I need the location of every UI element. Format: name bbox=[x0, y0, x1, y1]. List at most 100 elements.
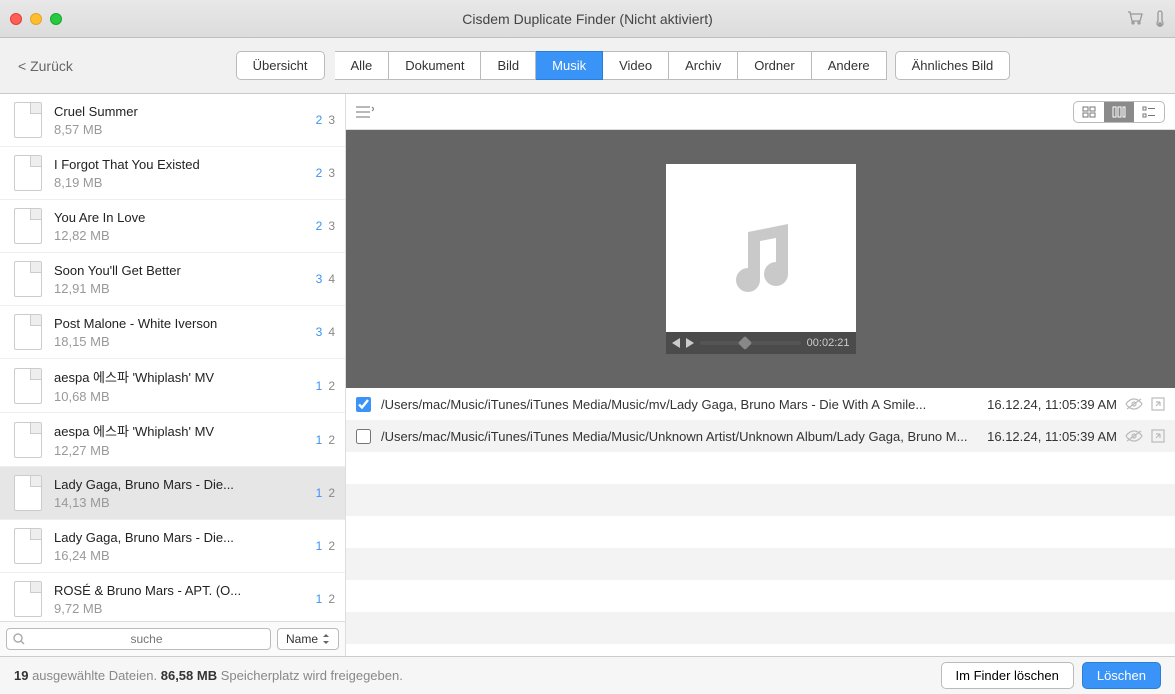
file-icon bbox=[14, 528, 42, 564]
empty-row bbox=[346, 484, 1175, 516]
file-date: 16.12.24, 11:05:39 AM bbox=[987, 429, 1125, 444]
list-settings-icon[interactable] bbox=[356, 105, 374, 119]
tab-image[interactable]: Bild bbox=[481, 51, 536, 80]
file-icon bbox=[14, 422, 42, 458]
total-count: 3 bbox=[328, 166, 335, 180]
empty-row bbox=[346, 612, 1175, 644]
preview-eye-icon[interactable] bbox=[1125, 429, 1143, 443]
dropdown-arrows-icon bbox=[322, 634, 330, 644]
sidebar-footer: Name bbox=[0, 621, 345, 656]
file-checkbox[interactable] bbox=[356, 429, 371, 444]
tab-overview[interactable]: Übersicht bbox=[236, 51, 325, 80]
item-name: Lady Gaga, Bruno Mars - Die... bbox=[54, 477, 299, 492]
item-size: 8,57 MB bbox=[54, 122, 299, 137]
view-grid[interactable] bbox=[1074, 102, 1104, 122]
empty-row bbox=[346, 452, 1175, 484]
tab-similar-image[interactable]: Ähnliches Bild bbox=[895, 51, 1011, 80]
playback-controls[interactable]: 00:02:21 bbox=[666, 332, 856, 354]
item-name: Cruel Summer bbox=[54, 104, 299, 119]
file-icon bbox=[14, 314, 42, 350]
item-name: Soon You'll Get Better bbox=[54, 263, 299, 278]
reveal-icon[interactable] bbox=[1151, 397, 1165, 411]
tab-music[interactable]: Musik bbox=[536, 51, 603, 80]
preview-area: 00:02:21 bbox=[346, 130, 1175, 388]
total-count: 4 bbox=[328, 272, 335, 286]
file-icon bbox=[14, 581, 42, 617]
empty-row bbox=[346, 580, 1175, 612]
list-item[interactable]: Soon You'll Get Better12,91 MB34 bbox=[0, 253, 345, 306]
selected-count: 1 bbox=[316, 433, 323, 447]
titlebar: Cisdem Duplicate Finder (Nicht aktiviert… bbox=[0, 0, 1175, 38]
total-count: 4 bbox=[328, 325, 335, 339]
total-count: 2 bbox=[328, 486, 335, 500]
duplicate-files-list: /Users/mac/Music/iTunes/iTunes Media/Mus… bbox=[346, 388, 1175, 656]
list-item[interactable]: Post Malone - White Iverson18,15 MB34 bbox=[0, 306, 345, 359]
item-size: 12,82 MB bbox=[54, 228, 299, 243]
tab-video[interactable]: Video bbox=[603, 51, 669, 80]
total-count: 2 bbox=[328, 379, 335, 393]
file-checkbox[interactable] bbox=[356, 397, 371, 412]
tab-archive[interactable]: Archiv bbox=[669, 51, 738, 80]
status-bar: 19 ausgewählte Dateien. 86,58 MB Speiche… bbox=[0, 656, 1175, 694]
detail-pane: 00:02:21 /Users/mac/Music/iTunes/iTunes … bbox=[346, 94, 1175, 656]
search-input[interactable] bbox=[6, 628, 271, 650]
empty-row bbox=[346, 516, 1175, 548]
file-row[interactable]: /Users/mac/Music/iTunes/iTunes Media/Mus… bbox=[346, 420, 1175, 452]
file-icon bbox=[14, 155, 42, 191]
delete-button[interactable]: Löschen bbox=[1082, 662, 1161, 689]
file-icon bbox=[14, 261, 42, 297]
item-size: 12,27 MB bbox=[54, 443, 299, 458]
prev-icon[interactable] bbox=[672, 338, 680, 348]
total-count: 2 bbox=[328, 433, 335, 447]
item-name: ROSÉ & Bruno Mars - APT. (O... bbox=[54, 583, 299, 598]
preview-toolbar bbox=[346, 94, 1175, 130]
tab-folder[interactable]: Ordner bbox=[738, 51, 811, 80]
list-item[interactable]: aespa 에스파 'Whiplash' MV 10,68 MB 12 bbox=[0, 359, 345, 413]
seek-bar[interactable] bbox=[700, 341, 801, 345]
tab-document[interactable]: Dokument bbox=[389, 51, 481, 80]
list-item[interactable]: You Are In Love12,82 MB23 bbox=[0, 200, 345, 253]
selected-count: 2 bbox=[316, 166, 323, 180]
item-name: Post Malone - White Iverson bbox=[54, 316, 299, 331]
empty-row bbox=[346, 548, 1175, 580]
music-note-icon bbox=[716, 214, 806, 304]
duplicate-group-list[interactable]: Cruel Summer8,57 MB23I Forgot That You E… bbox=[0, 94, 345, 621]
file-path: /Users/mac/Music/iTunes/iTunes Media/Mus… bbox=[381, 397, 987, 412]
view-columns[interactable] bbox=[1104, 102, 1134, 122]
preview-eye-icon[interactable] bbox=[1125, 397, 1143, 411]
list-item[interactable]: ROSÉ & Bruno Mars - APT. (O...9,72 MB12 bbox=[0, 573, 345, 621]
list-item[interactable]: aespa 에스파 'Whiplash' MV12,27 MB12 bbox=[0, 413, 345, 467]
back-button[interactable]: < Zurück bbox=[18, 58, 73, 74]
reveal-icon[interactable] bbox=[1151, 429, 1165, 443]
file-row[interactable]: /Users/mac/Music/iTunes/iTunes Media/Mus… bbox=[346, 388, 1175, 420]
search-icon bbox=[13, 633, 25, 645]
delete-in-finder-button[interactable]: Im Finder löschen bbox=[941, 662, 1074, 689]
view-list[interactable] bbox=[1134, 102, 1164, 122]
view-mode-toggle bbox=[1073, 101, 1165, 123]
search-field[interactable] bbox=[29, 632, 264, 646]
play-icon[interactable] bbox=[686, 338, 694, 348]
file-path: /Users/mac/Music/iTunes/iTunes Media/Mus… bbox=[381, 429, 987, 444]
list-item[interactable]: Lady Gaga, Bruno Mars - Die...14,13 MB12 bbox=[0, 467, 345, 520]
toolbar: < Zurück Übersicht Alle Dokument Bild Mu… bbox=[0, 38, 1175, 94]
total-count: 2 bbox=[328, 539, 335, 553]
item-size: 8,19 MB bbox=[54, 175, 299, 190]
list-item[interactable]: Lady Gaga, Bruno Mars - Die...16,24 MB12 bbox=[0, 520, 345, 573]
tab-other[interactable]: Andere bbox=[812, 51, 887, 80]
item-size: 18,15 MB bbox=[54, 334, 299, 349]
selected-count: 3 bbox=[316, 272, 323, 286]
item-size: 10,68 MB bbox=[54, 389, 299, 404]
file-icon bbox=[14, 368, 42, 404]
list-item[interactable]: I Forgot That You Existed8,19 MB23 bbox=[0, 147, 345, 200]
item-size: 14,13 MB bbox=[54, 495, 299, 510]
selected-count: 1 bbox=[316, 379, 323, 393]
item-name: aespa 에스파 'Whiplash' MV bbox=[54, 367, 299, 386]
total-count: 3 bbox=[328, 113, 335, 127]
selected-count: 1 bbox=[316, 539, 323, 553]
list-item[interactable]: Cruel Summer8,57 MB23 bbox=[0, 94, 345, 147]
duration: 00:02:21 bbox=[807, 337, 850, 349]
total-count: 3 bbox=[328, 219, 335, 233]
item-size: 16,24 MB bbox=[54, 548, 299, 563]
tab-all[interactable]: Alle bbox=[335, 51, 390, 80]
sort-select[interactable]: Name bbox=[277, 628, 339, 650]
